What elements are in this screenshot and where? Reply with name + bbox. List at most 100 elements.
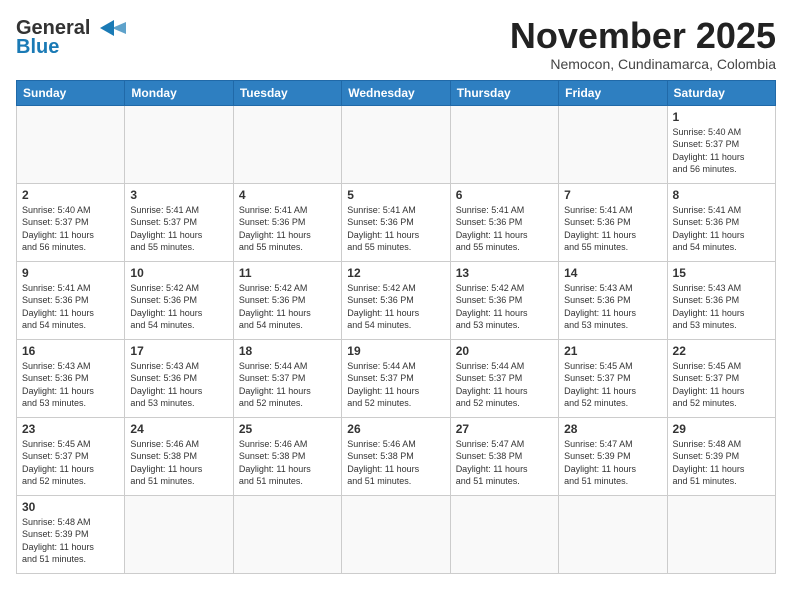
day-number: 12	[347, 266, 444, 280]
calendar-cell: 21Sunrise: 5:45 AM Sunset: 5:37 PM Dayli…	[559, 339, 667, 417]
calendar-cell: 14Sunrise: 5:43 AM Sunset: 5:36 PM Dayli…	[559, 261, 667, 339]
calendar-cell	[233, 105, 341, 183]
day-info: Sunrise: 5:40 AM Sunset: 5:37 PM Dayligh…	[673, 126, 770, 176]
day-info: Sunrise: 5:48 AM Sunset: 5:39 PM Dayligh…	[673, 438, 770, 488]
day-info: Sunrise: 5:42 AM Sunset: 5:36 PM Dayligh…	[456, 282, 553, 332]
day-number: 21	[564, 344, 661, 358]
calendar-table: Sunday Monday Tuesday Wednesday Thursday…	[16, 80, 776, 574]
day-number: 16	[22, 344, 119, 358]
calendar-cell: 23 Sunrise: 5:45 AM Sunset: 5:37 PM Dayli…	[17, 417, 125, 495]
day-info: Sunrise: 5:46 AM Sunset: 5:38 PM Dayligh…	[239, 438, 336, 488]
calendar-cell: 7Sunrise: 5:41 AM Sunset: 5:36 PM Daylig…	[559, 183, 667, 261]
calendar-cell: 30 Sunrise: 5:48 AM Sunset: 5:39 PM Dayli…	[17, 495, 125, 573]
day-info: Sunrise: 5:43 AM Sunset: 5:36 PM Dayligh…	[673, 282, 770, 332]
day-info: Sunrise: 5:41 AM Sunset: 5:36 PM Dayligh…	[239, 204, 336, 254]
calendar-week-row: 9Sunrise: 5:41 AM Sunset: 5:36 PM Daylig…	[17, 261, 776, 339]
logo-icon	[92, 16, 128, 40]
day-number: 25	[239, 422, 336, 436]
day-number: 27	[456, 422, 553, 436]
day-info: Sunrise: 5:41 AM Sunset: 5:37 PM Dayligh…	[130, 204, 227, 254]
day-number: 8	[673, 188, 770, 202]
header-saturday: Saturday	[667, 80, 775, 105]
day-number: 28	[564, 422, 661, 436]
day-info: Sunrise: 5:43 AM Sunset: 5:36 PM Dayligh…	[564, 282, 661, 332]
calendar-cell	[559, 495, 667, 573]
calendar-cell: 25 Sunrise: 5:46 AM Sunset: 5:38 PM Dayli…	[233, 417, 341, 495]
calendar-cell: 22Sunrise: 5:45 AM Sunset: 5:37 PM Dayli…	[667, 339, 775, 417]
calendar-cell	[450, 495, 558, 573]
calendar-cell	[125, 495, 233, 573]
header-monday: Monday	[125, 80, 233, 105]
calendar-cell: 27Sunrise: 5:47 AM Sunset: 5:38 PM Dayli…	[450, 417, 558, 495]
day-number: 20	[456, 344, 553, 358]
calendar-cell: 2 Sunrise: 5:40 AM Sunset: 5:37 PM Daylig…	[17, 183, 125, 261]
calendar-cell: 3Sunrise: 5:41 AM Sunset: 5:37 PM Daylig…	[125, 183, 233, 261]
calendar-cell: 28 Sunrise: 5:47 AM Sunset: 5:39 PM Dayli…	[559, 417, 667, 495]
calendar-cell: 10 Sunrise: 5:42 AM Sunset: 5:36 PM Dayli…	[125, 261, 233, 339]
day-info: Sunrise: 5:43 AM Sunset: 5:36 PM Dayligh…	[22, 360, 119, 410]
header-thursday: Thursday	[450, 80, 558, 105]
calendar-week-row: 2 Sunrise: 5:40 AM Sunset: 5:37 PM Daylig…	[17, 183, 776, 261]
day-info: Sunrise: 5:43 AM Sunset: 5:36 PM Dayligh…	[130, 360, 227, 410]
calendar-cell: 13 Sunrise: 5:42 AM Sunset: 5:36 PM Dayli…	[450, 261, 558, 339]
day-info: Sunrise: 5:44 AM Sunset: 5:37 PM Dayligh…	[239, 360, 336, 410]
calendar-cell	[233, 495, 341, 573]
calendar-cell	[342, 105, 450, 183]
day-info: Sunrise: 5:45 AM Sunset: 5:37 PM Dayligh…	[22, 438, 119, 488]
calendar-cell	[125, 105, 233, 183]
day-number: 11	[239, 266, 336, 280]
title-area: November 2025 Nemocon, Cundinamarca, Col…	[510, 16, 776, 72]
day-number: 7	[564, 188, 661, 202]
header-tuesday: Tuesday	[233, 80, 341, 105]
header-friday: Friday	[559, 80, 667, 105]
day-number: 23	[22, 422, 119, 436]
calendar-cell: 12 Sunrise: 5:42 AM Sunset: 5:36 PM Dayli…	[342, 261, 450, 339]
day-number: 10	[130, 266, 227, 280]
day-info: Sunrise: 5:46 AM Sunset: 5:38 PM Dayligh…	[130, 438, 227, 488]
day-info: Sunrise: 5:40 AM Sunset: 5:37 PM Dayligh…	[22, 204, 119, 254]
day-info: Sunrise: 5:47 AM Sunset: 5:39 PM Dayligh…	[564, 438, 661, 488]
day-number: 18	[239, 344, 336, 358]
calendar-cell: 1 Sunrise: 5:40 AM Sunset: 5:37 PM Daylig…	[667, 105, 775, 183]
day-info: Sunrise: 5:41 AM Sunset: 5:36 PM Dayligh…	[673, 204, 770, 254]
calendar-cell	[559, 105, 667, 183]
day-info: Sunrise: 5:44 AM Sunset: 5:37 PM Dayligh…	[456, 360, 553, 410]
day-number: 13	[456, 266, 553, 280]
day-info: Sunrise: 5:41 AM Sunset: 5:36 PM Dayligh…	[456, 204, 553, 254]
calendar-cell: 11 Sunrise: 5:42 AM Sunset: 5:36 PM Dayli…	[233, 261, 341, 339]
calendar-cell: 8 Sunrise: 5:41 AM Sunset: 5:36 PM Daylig…	[667, 183, 775, 261]
logo-blue: Blue	[16, 36, 59, 59]
day-info: Sunrise: 5:41 AM Sunset: 5:36 PM Dayligh…	[347, 204, 444, 254]
calendar-cell	[17, 105, 125, 183]
month-title: November 2025	[510, 16, 776, 56]
day-number: 29	[673, 422, 770, 436]
day-number: 2	[22, 188, 119, 202]
day-number: 22	[673, 344, 770, 358]
day-info: Sunrise: 5:48 AM Sunset: 5:39 PM Dayligh…	[22, 516, 119, 566]
day-number: 17	[130, 344, 227, 358]
day-info: Sunrise: 5:42 AM Sunset: 5:36 PM Dayligh…	[347, 282, 444, 332]
logo: General Blue	[16, 16, 128, 59]
calendar-week-row: 1 Sunrise: 5:40 AM Sunset: 5:37 PM Daylig…	[17, 105, 776, 183]
calendar-cell: 29 Sunrise: 5:48 AM Sunset: 5:39 PM Dayli…	[667, 417, 775, 495]
day-number: 1	[673, 110, 770, 124]
day-info: Sunrise: 5:44 AM Sunset: 5:37 PM Dayligh…	[347, 360, 444, 410]
header: General Blue November 2025 Nemocon, Cund…	[16, 16, 776, 72]
day-number: 5	[347, 188, 444, 202]
calendar-cell: 15 Sunrise: 5:43 AM Sunset: 5:36 PM Dayli…	[667, 261, 775, 339]
day-number: 24	[130, 422, 227, 436]
calendar-cell	[450, 105, 558, 183]
calendar-cell: 17 Sunrise: 5:43 AM Sunset: 5:36 PM Dayli…	[125, 339, 233, 417]
calendar-cell: 20 Sunrise: 5:44 AM Sunset: 5:37 PM Dayli…	[450, 339, 558, 417]
calendar-cell: 18 Sunrise: 5:44 AM Sunset: 5:37 PM Dayli…	[233, 339, 341, 417]
day-number: 15	[673, 266, 770, 280]
calendar-cell	[342, 495, 450, 573]
calendar-cell: 19Sunrise: 5:44 AM Sunset: 5:37 PM Dayli…	[342, 339, 450, 417]
day-info: Sunrise: 5:42 AM Sunset: 5:36 PM Dayligh…	[130, 282, 227, 332]
header-sunday: Sunday	[17, 80, 125, 105]
day-number: 30	[22, 500, 119, 514]
calendar-cell: 16 Sunrise: 5:43 AM Sunset: 5:36 PM Dayli…	[17, 339, 125, 417]
calendar-cell: 4Sunrise: 5:41 AM Sunset: 5:36 PM Daylig…	[233, 183, 341, 261]
day-info: Sunrise: 5:42 AM Sunset: 5:36 PM Dayligh…	[239, 282, 336, 332]
day-number: 6	[456, 188, 553, 202]
